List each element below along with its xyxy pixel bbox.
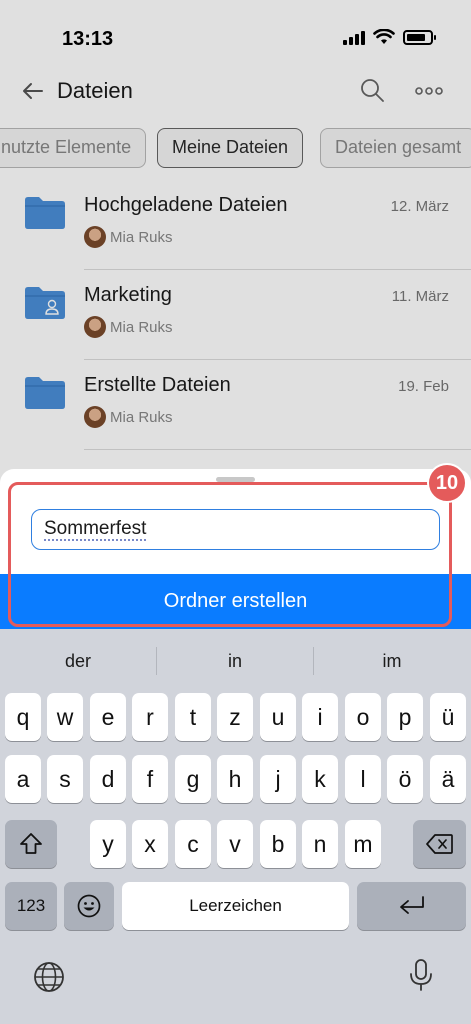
key[interactable]: i (302, 693, 338, 741)
key[interactable]: ä (430, 755, 466, 803)
key[interactable]: j (260, 755, 296, 803)
delete-key[interactable] (413, 820, 466, 868)
shift-icon (20, 833, 42, 854)
key[interactable]: n (302, 820, 338, 868)
key[interactable]: o (345, 693, 381, 741)
key[interactable]: x (132, 820, 168, 868)
key[interactable]: ö (387, 755, 423, 803)
key[interactable]: s (47, 755, 83, 803)
key[interactable]: h (217, 755, 253, 803)
key[interactable]: u (260, 693, 296, 741)
key[interactable]: w (47, 693, 83, 741)
key[interactable]: p (387, 693, 423, 741)
key[interactable]: q (5, 693, 41, 741)
key[interactable]: ü (430, 693, 466, 741)
key[interactable]: m (345, 820, 381, 868)
tutorial-highlight-frame (8, 482, 452, 627)
key[interactable]: f (132, 755, 168, 803)
key[interactable]: d (90, 755, 126, 803)
key[interactable]: a (5, 755, 41, 803)
emoji-icon (77, 894, 101, 918)
return-icon (399, 896, 424, 914)
keyboard-suggestions: der in im (0, 643, 471, 679)
suggestion-item[interactable]: im (314, 643, 470, 679)
suggestion-item[interactable]: in (157, 643, 313, 679)
key[interactable]: v (217, 820, 253, 868)
step-badge: 10 (427, 463, 467, 503)
emoji-key[interactable] (64, 882, 114, 930)
key[interactable]: e (90, 693, 126, 741)
key[interactable]: z (217, 693, 253, 741)
key[interactable]: t (175, 693, 211, 741)
key[interactable]: l (345, 755, 381, 803)
globe-icon[interactable] (32, 959, 66, 995)
key[interactable]: c (175, 820, 211, 868)
suggestion-item[interactable]: der (0, 643, 156, 679)
shift-key[interactable] (5, 820, 57, 868)
return-key[interactable] (357, 882, 466, 930)
key[interactable]: b (260, 820, 296, 868)
key[interactable]: g (175, 755, 211, 803)
key[interactable]: k (302, 755, 338, 803)
key[interactable]: r (132, 693, 168, 741)
microphone-icon[interactable] (404, 957, 438, 993)
backspace-icon (425, 834, 453, 854)
keyboard: der in im q w e r t z u i o p ü a s d f … (0, 629, 471, 1024)
numbers-key[interactable]: 123 (5, 882, 57, 930)
space-key[interactable]: Leerzeichen (122, 882, 349, 930)
key[interactable]: y (90, 820, 126, 868)
